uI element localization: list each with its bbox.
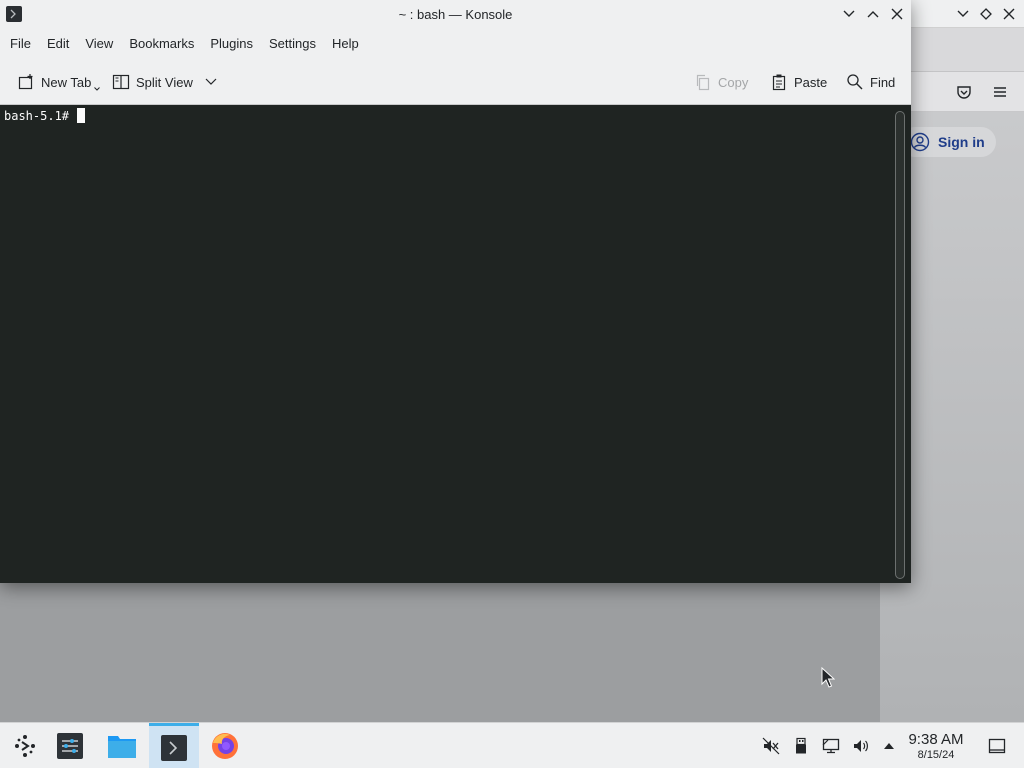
- usb-device-icon[interactable]: [792, 737, 810, 755]
- dropdown-arrow-icon: [94, 87, 101, 91]
- volume-icon[interactable]: [852, 737, 870, 755]
- launcher-icon: [15, 735, 35, 757]
- konsole-titlebar[interactable]: ~ : bash — Konsole: [0, 0, 911, 29]
- task-system-settings[interactable]: [45, 723, 95, 768]
- tray-expand-arrow-icon[interactable]: [880, 737, 898, 755]
- menu-settings[interactable]: Settings: [263, 29, 326, 59]
- audio-muted-icon[interactable]: [762, 737, 780, 755]
- task-file-manager[interactable]: [97, 723, 147, 768]
- menu-view[interactable]: View: [79, 29, 123, 59]
- terminal-icon: [161, 734, 187, 761]
- minimize-button[interactable]: [840, 5, 858, 23]
- new-tab-label: New Tab: [41, 74, 92, 90]
- window-title: ~ : bash — Konsole: [398, 7, 513, 22]
- text-cursor: [77, 108, 86, 123]
- shell-prompt: bash-5.1#: [4, 108, 70, 123]
- menu-edit[interactable]: Edit: [41, 29, 79, 59]
- konsole-window: ~ : bash — Konsole File Edit View Bookma…: [0, 0, 911, 583]
- task-firefox[interactable]: [200, 723, 250, 768]
- firefox-icon: [212, 733, 238, 759]
- digital-clock[interactable]: 9:38 AM 8/15/24: [900, 731, 972, 762]
- show-desktop-icon: [988, 738, 1006, 754]
- sign-in-label: Sign in: [938, 134, 985, 150]
- search-icon: [847, 74, 863, 90]
- taskbar: 9:38 AM 8/15/24: [0, 722, 1024, 768]
- terminal-area[interactable]: bash-5.1#: [0, 105, 911, 583]
- find-label: Find: [870, 74, 896, 90]
- folder-icon: [108, 736, 136, 758]
- menu-help[interactable]: Help: [326, 29, 369, 59]
- clock-time: 9:38 AM: [908, 731, 964, 748]
- menu-bar: File Edit View Bookmarks Plugins Setting…: [0, 29, 911, 59]
- terminal-scrollbar[interactable]: [895, 111, 905, 579]
- paste-icon: [772, 74, 786, 91]
- close-icon: [1003, 8, 1015, 20]
- chevron-down-icon: [957, 10, 969, 17]
- copy-icon: [696, 74, 710, 91]
- split-view-label: Split View: [136, 74, 193, 90]
- find-button[interactable]: Find: [846, 71, 895, 93]
- mouse-pointer-icon: [821, 667, 835, 688]
- clock-date: 8/15/24: [917, 749, 955, 761]
- menu-file[interactable]: File: [4, 29, 41, 59]
- show-desktop-button[interactable]: [988, 737, 1006, 755]
- chevron-down-icon: [843, 10, 855, 17]
- application-launcher-button[interactable]: [0, 723, 50, 768]
- split-view-icon: [112, 74, 130, 90]
- prompt-line: bash-5.1#: [4, 108, 86, 123]
- main-toolbar: New Tab Split View Copy Paste Find: [0, 59, 911, 105]
- copy-button[interactable]: Copy: [694, 71, 748, 93]
- menu-bookmarks[interactable]: Bookmarks: [123, 29, 204, 59]
- new-tab-button[interactable]: New Tab: [17, 71, 101, 93]
- sign-in-button[interactable]: Sign in: [900, 127, 996, 157]
- network-wired-icon[interactable]: [822, 737, 840, 755]
- browser-close-button[interactable]: [1000, 5, 1018, 23]
- split-view-button[interactable]: Split View: [112, 71, 217, 93]
- browser-minimize-button[interactable]: [954, 5, 972, 23]
- chevron-down-icon[interactable]: [205, 78, 217, 86]
- close-button[interactable]: [888, 5, 906, 23]
- menu-plugins[interactable]: Plugins: [204, 29, 263, 59]
- pocket-icon[interactable]: [955, 83, 973, 101]
- browser-maximize-button[interactable]: [977, 5, 995, 23]
- new-tab-icon: [18, 74, 33, 90]
- task-konsole[interactable]: [149, 723, 199, 768]
- paste-button[interactable]: Paste: [770, 71, 827, 93]
- chevron-up-icon: [867, 11, 879, 18]
- account-icon: [910, 132, 930, 152]
- copy-label: Copy: [718, 74, 749, 90]
- paste-label: Paste: [794, 74, 828, 90]
- diamond-icon: [980, 8, 992, 20]
- maximize-button[interactable]: [864, 5, 882, 23]
- hamburger-menu-icon[interactable]: [991, 83, 1009, 101]
- settings-sliders-icon: [57, 733, 83, 759]
- close-icon: [891, 8, 903, 20]
